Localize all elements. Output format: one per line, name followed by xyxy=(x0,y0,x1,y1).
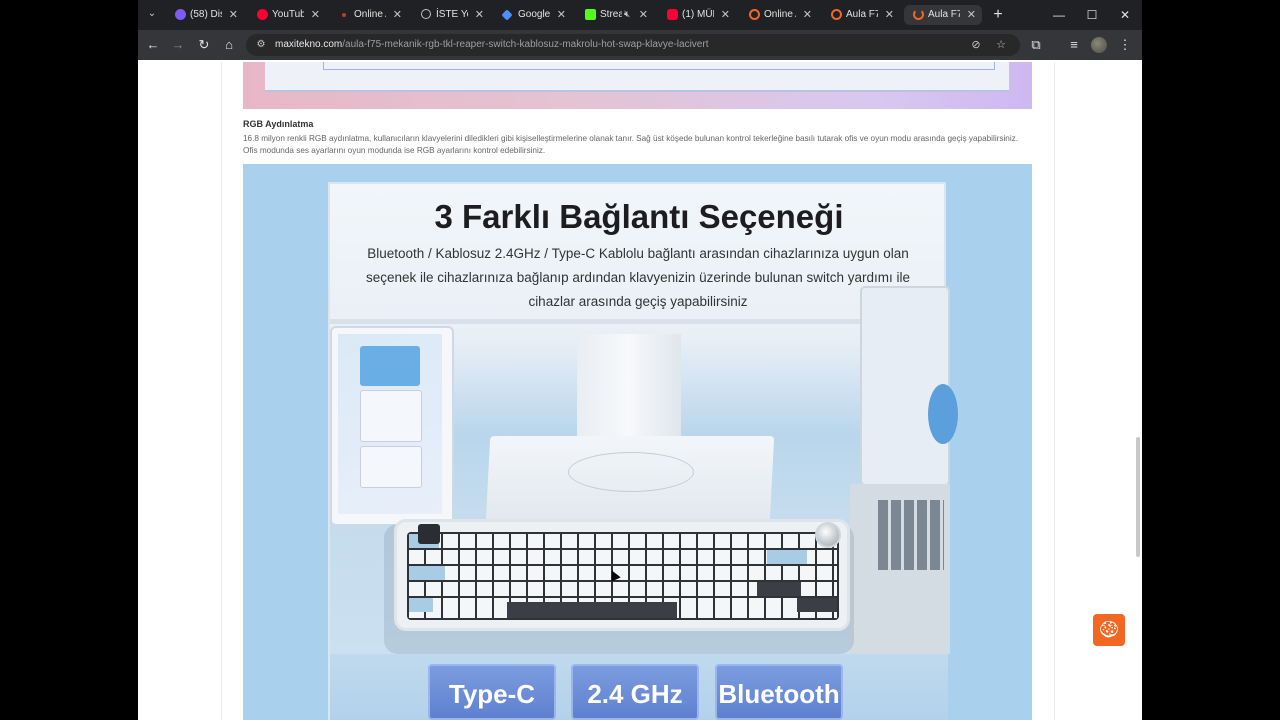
gemini-icon xyxy=(501,9,513,21)
close-tab-icon[interactable]: ✕ xyxy=(475,5,484,25)
extensions-icon[interactable]: ⧉ xyxy=(1027,36,1045,54)
tab-title: Google A xyxy=(518,9,550,20)
tab-google[interactable]: Google A ✕ xyxy=(494,5,572,25)
cookie-settings-button[interactable]: 🍪︎ xyxy=(1093,614,1125,646)
tab-title: Online A xyxy=(354,9,386,20)
browser-window: ⌄ (58) Dis ✕ YouTube ✕ Online A ✕ İSTE Y… xyxy=(138,0,1142,720)
scrollbar-thumb[interactable] xyxy=(1136,437,1140,557)
section-title: RGB Aydınlatma xyxy=(243,119,314,129)
url-text[interactable]: maxitekno.com/aula-f75-mekanik-rgb-tkl-r… xyxy=(275,34,708,56)
tab-title: Online A xyxy=(764,9,796,20)
youtube-icon xyxy=(667,9,678,20)
page-scrollbar[interactable] xyxy=(1134,62,1142,720)
forward-arrow-icon[interactable]: → xyxy=(169,36,187,54)
banner-headline: 3 Farklı Bağlantı Seçeneği xyxy=(434,198,844,235)
site-settings-icon[interactable]: ⚙ xyxy=(254,38,268,52)
connection-type-c: Type-C xyxy=(428,664,556,720)
mute-icon[interactable]: 🔇︎ xyxy=(624,5,630,25)
connection-options-image: 3 Farklı Bağlantı Seçeneği Bluetooth / K… xyxy=(243,164,1032,720)
close-window-button[interactable]: ✕ xyxy=(1110,5,1140,25)
eye-off-icon[interactable]: ⊘ xyxy=(969,38,983,52)
url-host: maxitekno.com xyxy=(275,39,343,50)
home-icon[interactable]: ⌂ xyxy=(220,36,238,54)
content-border-right xyxy=(1054,62,1055,720)
close-tab-icon[interactable]: ✕ xyxy=(721,5,730,25)
tab-youtube[interactable]: YouTube ✕ xyxy=(248,5,326,25)
page-content: RGB Aydınlatma 16.8 milyon renkli RGB ay… xyxy=(138,62,1142,720)
tab-kick[interactable]: Strea 🔇︎ ✕ xyxy=(576,5,654,25)
tab-search-icon[interactable]: ⌄ xyxy=(144,6,160,22)
tab-title: Aula F7 xyxy=(846,9,878,20)
browser-toolbar: ← → ↻ ⌂ ⚙ maxitekno.com/aula-f75-mekanik… xyxy=(138,30,1142,60)
tab-title: Strea xyxy=(600,9,622,20)
globe-icon xyxy=(421,9,431,19)
connection-2-4ghz: 2.4 GHz xyxy=(571,664,699,720)
close-tab-icon[interactable]: ✕ xyxy=(557,5,566,25)
bookmark-star-icon[interactable]: ☆ xyxy=(994,38,1008,52)
control-knob-image xyxy=(815,522,841,548)
close-tab-icon[interactable]: ✕ xyxy=(967,5,976,25)
site-icon xyxy=(749,9,760,20)
laptop-image xyxy=(860,286,958,486)
profile-avatar[interactable] xyxy=(1091,37,1107,53)
tab-youtube-2[interactable]: (1) MÜL ✕ xyxy=(658,5,736,25)
site-icon xyxy=(342,13,346,17)
back-arrow-icon[interactable]: ← xyxy=(144,36,162,54)
tab-title: İSTE Yen xyxy=(436,9,468,20)
youtube-icon xyxy=(257,9,268,20)
discord-icon xyxy=(175,9,186,20)
kick-icon xyxy=(585,9,596,20)
product-banner: 3 Farklı Bağlantı Seçeneği Bluetooth / K… xyxy=(328,182,958,720)
url-path: /aula-f75-mekanik-rgb-tkl-reaper-switch-… xyxy=(342,39,709,50)
tab-title: YouTube xyxy=(272,9,304,20)
tab-strip: ⌄ (58) Dis ✕ YouTube ✕ Online A ✕ İSTE Y… xyxy=(138,0,1142,30)
new-tab-button[interactable]: + xyxy=(988,5,1008,25)
tab-title: (1) MÜL xyxy=(682,9,714,20)
tab-aula-active[interactable]: Aula F7 ✕ xyxy=(904,5,982,25)
tab-title: Aula F7 xyxy=(928,9,960,20)
maximize-button[interactable]: ☐ xyxy=(1077,5,1107,25)
tab-title: (58) Dis xyxy=(190,9,222,20)
rgb-product-image xyxy=(243,62,1032,109)
minimize-button[interactable]: — xyxy=(1044,5,1074,25)
tab-aula-1[interactable]: Aula F7 ✕ xyxy=(822,5,900,25)
tab-online-1[interactable]: Online A ✕ xyxy=(330,5,408,25)
close-tab-icon[interactable]: ✕ xyxy=(311,5,320,25)
keyboard-image xyxy=(394,519,850,631)
banner-subtext: Bluetooth / Kablosuz 2.4GHz / Type-C Kab… xyxy=(365,246,911,309)
media-control-icon[interactable]: ≡ xyxy=(1065,36,1083,54)
reload-icon[interactable]: ↻ xyxy=(195,36,213,54)
close-tab-icon[interactable]: ✕ xyxy=(803,5,812,25)
power-icon xyxy=(913,9,924,20)
site-icon xyxy=(831,9,842,20)
connection-bluetooth: Bluetooth xyxy=(715,664,843,720)
side-monitor-image xyxy=(330,326,454,526)
content-border-left xyxy=(221,62,222,720)
tab-discord[interactable]: (58) Dis ✕ xyxy=(166,5,244,25)
close-tab-icon[interactable]: ✕ xyxy=(639,5,648,25)
close-tab-icon[interactable]: ✕ xyxy=(393,5,402,25)
address-bar[interactable]: ⚙ maxitekno.com/aula-f75-mekanik-rgb-tkl… xyxy=(246,34,1020,56)
tab-iste[interactable]: İSTE Yen ✕ xyxy=(412,5,490,25)
menu-dots-icon[interactable]: ⋮ xyxy=(1116,36,1134,54)
tab-online-2[interactable]: Online A ✕ xyxy=(740,5,818,25)
section-description: 16.8 milyon renkli RGB aydınlatma, kulla… xyxy=(243,134,1019,155)
close-tab-icon[interactable]: ✕ xyxy=(885,5,894,25)
close-tab-icon[interactable]: ✕ xyxy=(229,5,238,25)
